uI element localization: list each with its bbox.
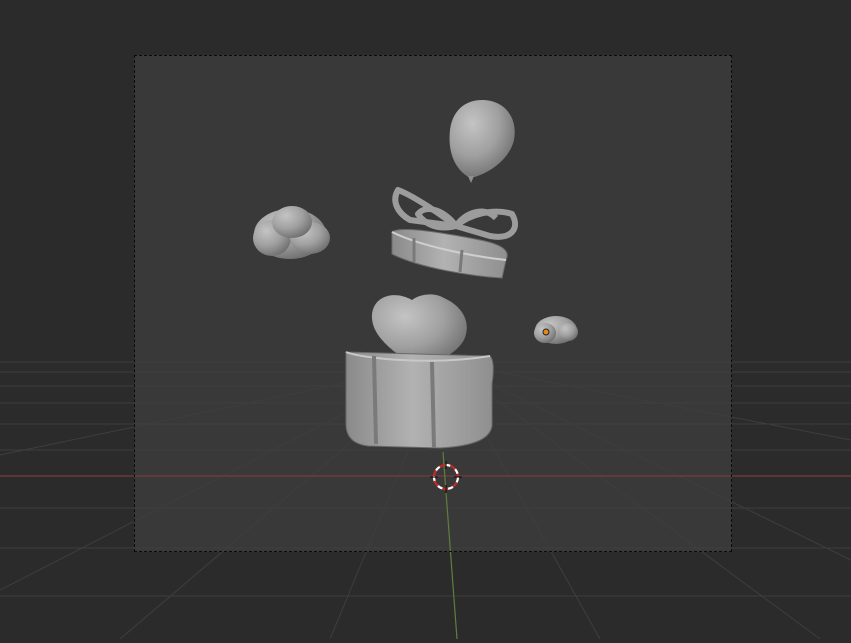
gift-box-object[interactable] bbox=[345, 351, 494, 449]
object-origin-dot bbox=[542, 328, 550, 336]
3d-viewport[interactable] bbox=[0, 0, 851, 640]
viewport-canvas[interactable] bbox=[0, 0, 851, 640]
